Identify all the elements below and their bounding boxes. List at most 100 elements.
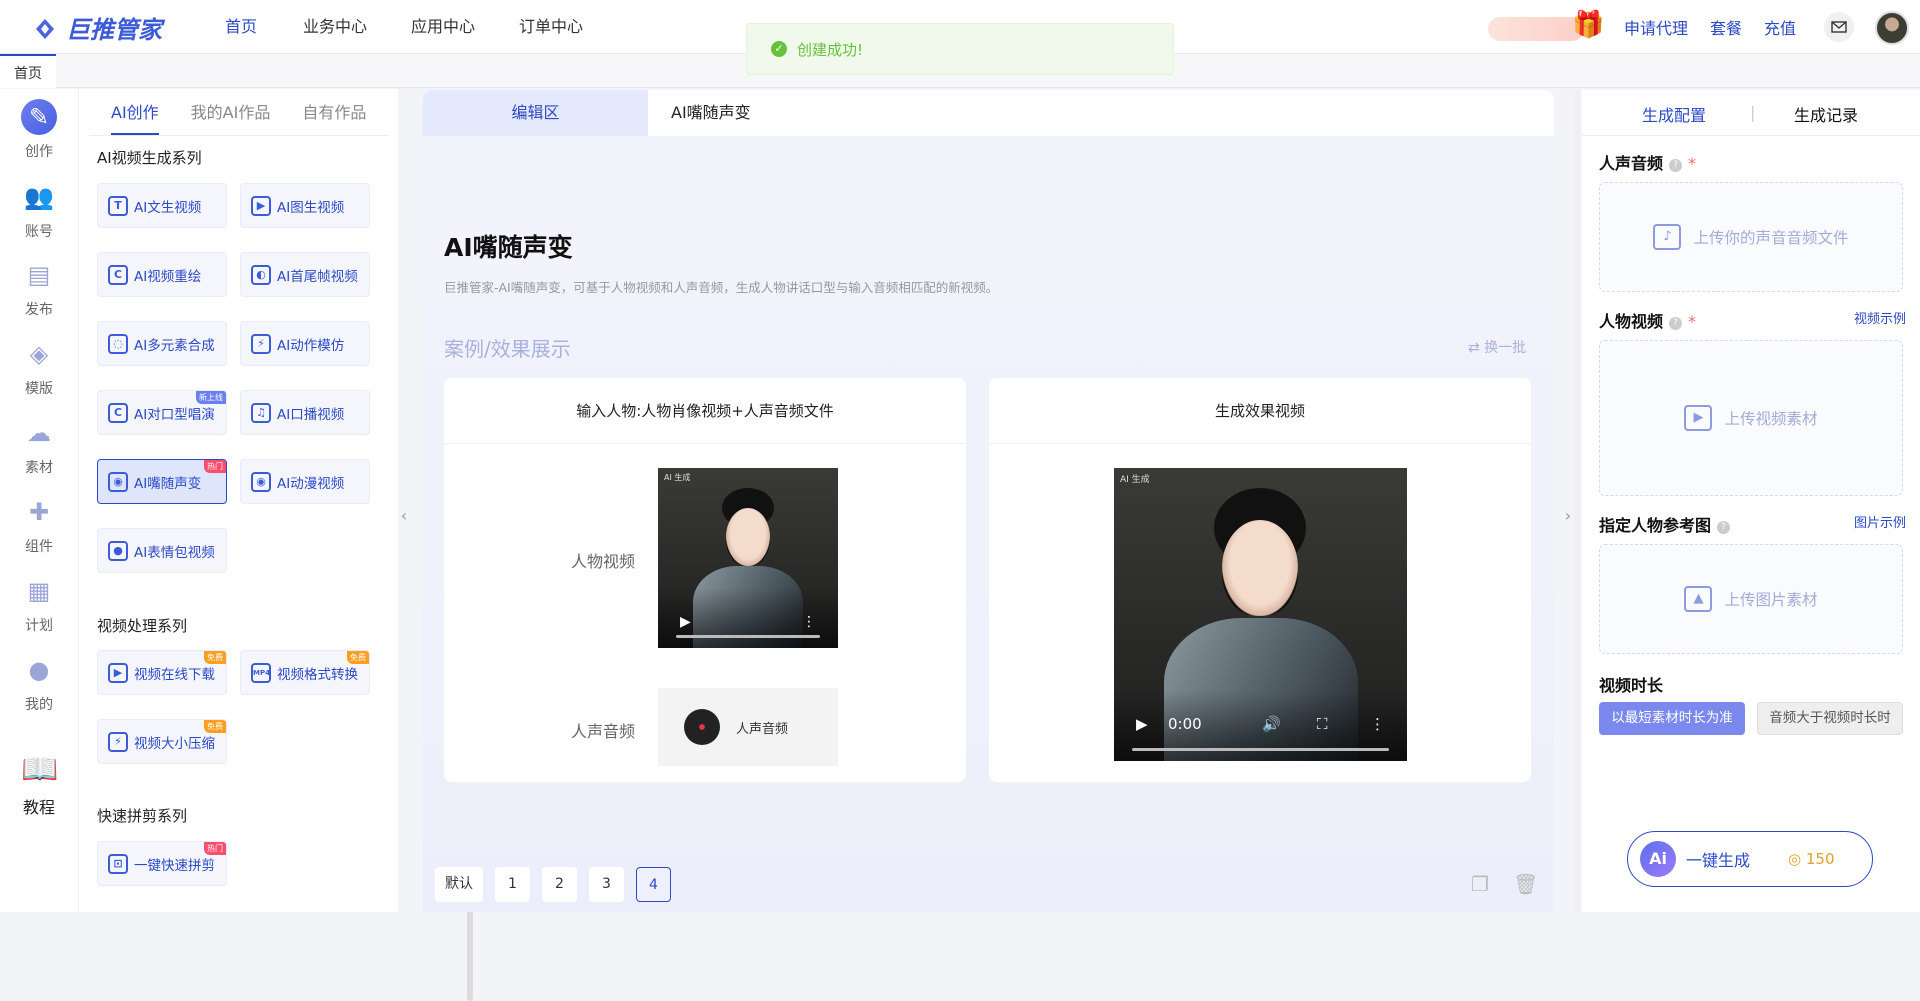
check-icon: ✓: [771, 41, 787, 57]
page-4[interactable]: 4: [636, 867, 671, 902]
output-video-player[interactable]: AI 生成 ▶ 0:00 🔊 ⛶ ⋮: [1114, 468, 1407, 761]
collapse-right-icon[interactable]: ›: [1562, 500, 1574, 532]
recharge-link[interactable]: 充值: [1764, 15, 1796, 39]
compose-icon: ◌: [108, 333, 128, 354]
help-icon[interactable]: ?: [1669, 159, 1683, 172]
rail-components[interactable]: ✚ 组件: [0, 494, 78, 556]
tool-format-convert[interactable]: MP4 视频格式转换 免费: [240, 650, 370, 695]
audio-sample[interactable]: 人声音频: [658, 688, 838, 766]
tool-emoji-video[interactable]: ● AI表情包视频: [97, 528, 227, 573]
trash-icon[interactable]: 🗑: [1513, 872, 1538, 896]
history-tab-home[interactable]: 首页: [0, 54, 56, 88]
tool-label: AI多元素合成: [134, 337, 215, 354]
tool-image-to-video[interactable]: ▶ AI图生视频: [240, 183, 370, 228]
series-title-ai-video: AI视频生成系列: [97, 149, 202, 167]
cloud-icon: ☁: [27, 419, 51, 447]
tab-own-works[interactable]: 自有作品: [302, 99, 366, 135]
play-icon[interactable]: ▶: [1136, 715, 1148, 733]
apply-agent-link[interactable]: 申请代理: [1624, 15, 1688, 39]
output-card-title: 生成效果视频: [989, 378, 1531, 444]
page-1[interactable]: 1: [495, 867, 530, 902]
tool-video-redraw[interactable]: C AI视频重绘: [97, 252, 227, 297]
image-upload-area[interactable]: ▲ 上传图片素材: [1599, 544, 1903, 654]
page-3[interactable]: 3: [589, 867, 624, 902]
tool-text-to-video[interactable]: T AI文生视频: [97, 183, 227, 228]
tool-lip-sync-sing[interactable]: C AI对口型唱演 新上线: [97, 390, 227, 435]
rail-assets-label: 素材: [25, 460, 53, 476]
image-upload-text: 上传图片素材: [1724, 591, 1818, 609]
tab-edit-area[interactable]: 编辑区: [423, 90, 648, 136]
avatar[interactable]: [1875, 11, 1909, 45]
tool-quick-splice[interactable]: ⊡ 一键快速拼剪 热门: [97, 841, 227, 886]
tool-first-last-frame[interactable]: ◐ AI首尾帧视频: [240, 252, 370, 297]
publish-icon: ▤: [27, 261, 51, 289]
compress-icon: ⚡: [108, 731, 128, 752]
more-icon[interactable]: ⋮: [802, 614, 816, 630]
voice-upload-area[interactable]: ♪ 上传你的声音音频文件: [1599, 182, 1903, 292]
tab-my-ai-works[interactable]: 我的AI作品: [191, 99, 271, 135]
page-2[interactable]: 2: [542, 867, 577, 902]
tool-mouth-follow-voice[interactable]: ◉ AI嘴随声变 热门: [97, 459, 227, 504]
center-scrollbar[interactable]: [1575, 90, 1580, 912]
tab-generate-records[interactable]: 生成记录: [1794, 102, 1858, 126]
video-progress[interactable]: [1132, 748, 1389, 751]
duration-option-audio[interactable]: 音频大于视频时长时: [1757, 702, 1903, 735]
image-example-link[interactable]: 图片示例: [1854, 512, 1906, 531]
mail-button[interactable]: [1824, 12, 1854, 42]
ref-label-text: 指定人物参考图: [1599, 516, 1712, 535]
tool-label: 视频在线下载: [134, 666, 215, 683]
tool-video-compress[interactable]: ⚡ 视频大小压缩 免费: [97, 719, 227, 764]
page-title: AI嘴随声变: [444, 233, 573, 262]
tool-video-download[interactable]: ▶ 视频在线下载 免费: [97, 650, 227, 695]
collapse-left-icon[interactable]: ‹: [398, 500, 410, 532]
gift-icon[interactable]: 🎁: [1572, 10, 1604, 40]
nav-orders[interactable]: 订单中心: [519, 0, 619, 54]
rail-plans[interactable]: ▦ 计划: [0, 573, 78, 635]
play-icon[interactable]: ▶: [680, 614, 691, 630]
tool-label: AI对口型唱演: [134, 406, 215, 423]
volume-icon[interactable]: 🔊: [1262, 715, 1281, 733]
input-video-player[interactable]: AI 生成 ▶ ⋮: [658, 468, 838, 648]
rail-assets[interactable]: ☁ 素材: [0, 415, 78, 477]
nav-apps[interactable]: 应用中心: [411, 0, 519, 54]
help-icon[interactable]: ?: [1669, 317, 1683, 330]
fullscreen-icon[interactable]: ⛶: [1317, 715, 1328, 733]
nav-home[interactable]: 首页: [225, 0, 303, 54]
video-progress[interactable]: [676, 635, 820, 638]
more-icon[interactable]: ⋮: [1370, 715, 1385, 733]
package-link[interactable]: 套餐: [1710, 15, 1742, 39]
rail-publish[interactable]: ▤ 发布: [0, 257, 78, 319]
anime-icon: ◉: [251, 471, 271, 492]
nav-business[interactable]: 业务中心: [303, 0, 411, 54]
tool-talking-video[interactable]: ♫ AI口播视频: [240, 390, 370, 435]
page-default[interactable]: 默认: [435, 867, 483, 902]
rail-accounts[interactable]: 👥 账号: [0, 179, 78, 241]
tool-anime-video[interactable]: ◉ AI动漫视频: [240, 459, 370, 504]
logo[interactable]: 巨推管家: [30, 10, 162, 45]
coin-amount: 150: [1805, 850, 1835, 868]
video-upload-area[interactable]: ▶ 上传视频素材: [1599, 340, 1903, 496]
hot-badge: 热门: [204, 842, 226, 855]
rail-mine[interactable]: ● 我的: [0, 652, 78, 714]
tool-label: 视频大小压缩: [134, 735, 215, 752]
tab-generate-config[interactable]: 生成配置: [1642, 102, 1706, 126]
person-video-label: 人物视频: [571, 552, 636, 571]
duration-option-shortest[interactable]: 以最短素材时长为准: [1599, 702, 1745, 735]
voice-field-label: 人声音频? *: [1599, 150, 1696, 174]
tool-multi-element[interactable]: ◌ AI多元素合成: [97, 321, 227, 366]
rail-templates[interactable]: ◈ 模版: [0, 336, 78, 398]
tool-label: AI文生视频: [134, 199, 202, 216]
rail-create[interactable]: ✎ 创作: [0, 99, 78, 161]
tool-motion-mimic[interactable]: ⚡ AI动作模仿: [240, 321, 370, 366]
video-example-link[interactable]: 视频示例: [1854, 308, 1906, 327]
help-icon[interactable]: ?: [1717, 521, 1731, 534]
divider: [89, 135, 389, 136]
tab-feature[interactable]: AI嘴随声变: [671, 90, 751, 136]
swap-batch-button[interactable]: ⇄ 换一批: [1468, 337, 1526, 357]
tab-ai-create[interactable]: AI创作: [111, 99, 159, 135]
generate-button[interactable]: Ai 一键生成 ◎ 150: [1627, 831, 1873, 887]
promo-banner[interactable]: [1488, 17, 1584, 41]
rail-tutorials[interactable]: 📖 教程: [0, 752, 78, 818]
portrait-face: [1222, 520, 1298, 616]
copy-icon[interactable]: ❐: [1471, 872, 1493, 896]
